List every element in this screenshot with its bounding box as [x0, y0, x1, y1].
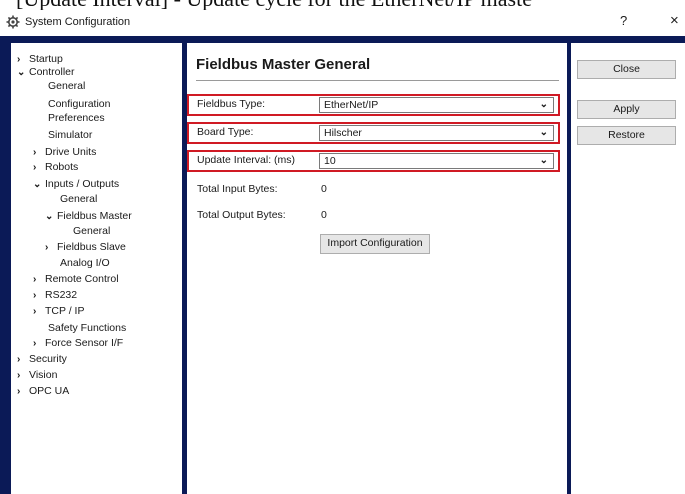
tree-item-label: Analog I/O	[60, 257, 110, 269]
tree-item-opc-ua[interactable]: › OPC UA	[17, 385, 69, 398]
tree-item-controller[interactable]: ⌄ Controller	[17, 66, 75, 79]
tree-item-vision[interactable]: › Vision	[17, 369, 57, 382]
chevron-down-icon: ⌄	[539, 155, 548, 166]
tree-item-force-sensor[interactable]: › Force Sensor I/F	[33, 337, 123, 350]
navigation-tree: › Startup ⌄ Controller General Configurati…	[11, 43, 182, 494]
total-input-value: 0	[321, 183, 327, 195]
chevron-down-icon: ⌄	[33, 179, 42, 190]
chevron-right-icon: ›	[17, 386, 21, 397]
chevron-down-icon: ⌄	[45, 211, 54, 222]
window-title: System Configuration	[25, 16, 131, 28]
fieldbus-type-value: EtherNet/IP	[324, 99, 379, 111]
tree-item-security[interactable]: › Security	[17, 353, 67, 366]
board-type-value: Hilscher	[324, 127, 362, 139]
tree-item-label: Preferences	[48, 112, 105, 124]
tree-item-label: Fieldbus Master	[57, 210, 132, 222]
tree-item-drive-units[interactable]: › Drive Units	[33, 146, 96, 159]
update-interval-label: Update Interval: (ms)	[197, 154, 296, 166]
total-input-label: Total Input Bytes:	[197, 183, 278, 195]
gear-icon	[6, 15, 20, 29]
tree-item-remote-control[interactable]: › Remote Control	[33, 273, 119, 286]
help-button[interactable]: ?	[620, 13, 627, 28]
tree-item-robots[interactable]: › Robots	[33, 161, 78, 174]
heading-divider	[196, 80, 559, 81]
fieldbus-type-select[interactable]: EtherNet/IP ⌄	[319, 97, 554, 113]
chevron-right-icon: ›	[33, 338, 37, 349]
tree-item-label: Vision	[29, 369, 58, 381]
tree-item-label: Simulator	[48, 129, 93, 141]
tree-item-label: Configuration	[48, 98, 111, 110]
window-close-button[interactable]: ×	[670, 12, 679, 29]
chevron-right-icon: ›	[45, 242, 49, 253]
action-panel: Close Apply Restore	[571, 43, 685, 494]
tree-item-label: General	[48, 80, 86, 92]
tree-item-fieldbus-master[interactable]: ⌄ Fieldbus Master	[45, 210, 132, 223]
apply-button[interactable]: Apply	[577, 100, 676, 119]
tree-item-inputs-outputs[interactable]: ⌄ Inputs / Outputs	[33, 178, 119, 191]
tree-item-label: Drive Units	[45, 146, 97, 158]
chevron-right-icon: ›	[17, 370, 21, 381]
tree-item-label: Inputs / Outputs	[45, 178, 120, 190]
tree-item-label: OPC UA	[29, 385, 70, 397]
tree-item-label: Safety Functions	[48, 322, 127, 334]
total-output-label: Total Output Bytes:	[197, 209, 286, 221]
tree-item-startup[interactable]: › Startup	[17, 53, 63, 66]
tree-item-label: Force Sensor I/F	[45, 337, 124, 349]
import-configuration-button[interactable]: Import Configuration	[320, 234, 430, 254]
tree-item-fieldbus-slave[interactable]: › Fieldbus Slave	[45, 241, 126, 254]
tree-item-preferences[interactable]: Preferences	[48, 112, 105, 125]
tree-item-rs232[interactable]: › RS232	[33, 289, 77, 302]
tree-item-label: TCP / IP	[45, 305, 85, 317]
tree-item-io-general[interactable]: General	[60, 193, 97, 206]
tree-item-label: General	[73, 225, 111, 237]
fieldbus-type-label: Fieldbus Type:	[197, 98, 266, 110]
tree-item-fieldbus-master-general[interactable]: General	[73, 225, 110, 238]
update-interval-select[interactable]: 10 ⌄	[319, 153, 554, 169]
update-interval-value: 10	[324, 155, 336, 167]
chevron-right-icon: ›	[33, 162, 37, 173]
page-title: Fieldbus Master General	[196, 56, 371, 73]
chevron-right-icon: ›	[33, 274, 37, 285]
tree-item-tcp-ip[interactable]: › TCP / IP	[33, 305, 84, 318]
chevron-down-icon: ⌄	[17, 67, 26, 78]
chevron-down-icon: ⌄	[539, 99, 548, 110]
chevron-right-icon: ›	[33, 306, 37, 317]
tree-item-safety-functions[interactable]: Safety Functions	[48, 322, 126, 335]
settings-panel: Fieldbus Master General Fieldbus Type: E…	[187, 43, 567, 494]
total-output-value: 0	[321, 209, 327, 221]
tree-item-label: Security	[29, 353, 67, 365]
chevron-down-icon: ⌄	[539, 127, 548, 138]
tree-item-analog-io[interactable]: Analog I/O	[60, 257, 110, 270]
tree-item-label: Robots	[45, 161, 79, 173]
chevron-right-icon: ›	[33, 290, 37, 301]
restore-button[interactable]: Restore	[577, 126, 676, 145]
tree-item-label: Controller	[29, 66, 75, 78]
close-button[interactable]: Close	[577, 60, 676, 79]
tree-item-label: Fieldbus Slave	[57, 241, 126, 253]
tree-item-label: General	[60, 193, 98, 205]
board-type-select[interactable]: Hilscher ⌄	[319, 125, 554, 141]
tree-item-label: RS232	[45, 289, 78, 301]
tree-item-label: Startup	[29, 53, 63, 65]
chevron-right-icon: ›	[17, 54, 21, 65]
chevron-right-icon: ›	[33, 147, 37, 158]
chevron-right-icon: ›	[17, 354, 21, 365]
tree-item-label: Remote Control	[45, 273, 119, 285]
caption-text: [Update Interval] - Update cycle for the…	[0, 0, 685, 10]
tree-item-configuration[interactable]: Configuration	[48, 98, 110, 111]
tree-item-simulator[interactable]: Simulator	[48, 129, 92, 142]
tree-item-general[interactable]: General	[48, 80, 85, 93]
title-bar: System Configuration ? ×	[0, 10, 685, 36]
board-type-label: Board Type:	[197, 126, 254, 138]
